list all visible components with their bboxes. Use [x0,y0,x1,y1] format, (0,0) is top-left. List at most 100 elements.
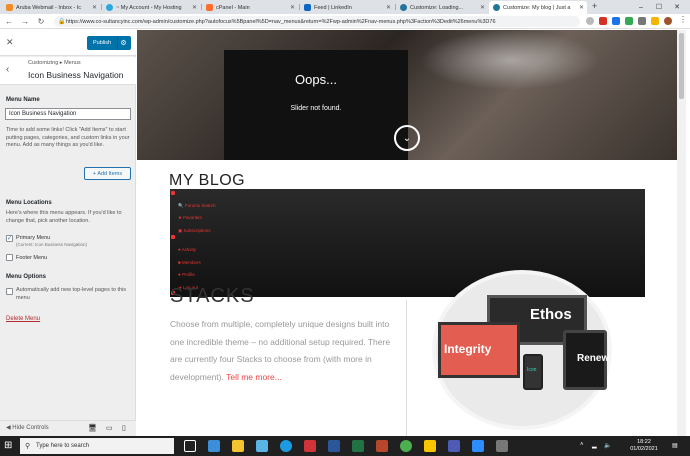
menu-item-members[interactable]: ■ Members [178,260,201,265]
footer-menu-label: Footer Menu [16,255,48,261]
panel-title: Icon Business Navigation [28,70,124,80]
stacks-description: Choose from multiple, completely unique … [170,319,391,382]
close-tab-icon[interactable]: ✕ [579,4,584,11]
extension-icon[interactable] [612,17,620,25]
site-title[interactable]: MY BLOG [169,172,245,190]
profile-avatar[interactable] [664,17,672,25]
menu-name-label: Menu Name [6,97,40,103]
scrollbar-thumb[interactable] [679,33,684,99]
slider-error-title: Oops... [295,72,337,87]
teams-icon[interactable] [448,440,460,452]
menu-options-label: Menu Options [6,274,46,280]
edge-icon[interactable] [280,440,292,452]
back-arrow-icon[interactable]: ← [4,14,14,29]
extension-icon[interactable] [651,17,659,25]
tablet-preview-icon[interactable]: ▭ [106,424,113,432]
auto-add-label: Automatically add new top-level pages to… [16,287,127,301]
desktop-preview-icon[interactable]: 🖥 [88,424,97,432]
menu-locations-help: Here's where this menu appears. If you'd… [6,210,122,224]
browser-menu-icon[interactable]: ⋮ [679,15,687,24]
stacks-heading: STACKS [170,285,255,307]
menu-item-subscriptions[interactable]: ▣ Subscriptions [178,228,211,234]
extension-icon[interactable] [599,17,607,25]
extension-icon[interactable] [638,17,646,25]
delete-menu-link[interactable]: Delete Menu [6,316,40,322]
mobile-preview-icon[interactable]: ▯ [122,424,126,432]
hide-controls-button[interactable]: ◀ Hide Controls [6,424,49,431]
close-tab-icon[interactable]: ✕ [480,4,485,11]
tab-customize-loading[interactable]: Customize: Loading... ✕ [396,1,488,14]
taskbar-clock[interactable]: 18:22 01/02/2021 [624,439,664,453]
auto-add-checkbox[interactable] [6,288,13,295]
excel-icon[interactable] [352,440,364,452]
hosting-favicon-icon [106,4,113,11]
lock-icon: 🔒 [58,19,66,25]
add-items-button[interactable]: + Add Items [84,167,131,180]
scroll-down-icon[interactable]: ⌄ [394,125,420,151]
forward-arrow-icon[interactable]: → [20,14,30,29]
network-icon[interactable]: ▂ [592,442,597,449]
divider [406,300,407,436]
menu-locations-label: Menu Locations [6,200,52,206]
app-icon[interactable] [496,440,508,452]
menu-name-input[interactable]: Icon Business Navigation [5,108,131,120]
tray-chevron-icon[interactable]: ˄ [580,442,584,448]
new-tab-button[interactable]: + [592,1,597,11]
tab-cpanel[interactable]: cPanel - Main ✕ [202,1,298,14]
mail-icon[interactable] [208,440,220,452]
word-icon[interactable] [328,440,340,452]
renew-label: Renew [577,353,610,364]
windows-start-icon[interactable]: ⊞ [4,440,12,451]
tab-aruba-webmail[interactable]: Aruba Webmail - Inbox - Ic ✕ [2,1,100,14]
tab-my-account[interactable]: ~ My Account - My Hosting ✕ [102,1,200,14]
tell-me-more-link[interactable]: Tell me more... [226,372,282,382]
slider-error-message: Slider not found. [290,105,342,112]
window-close-button[interactable]: ✕ [668,0,686,14]
zoom-icon[interactable] [472,440,484,452]
menu-item-forums-search[interactable]: 🔍 Forums Search [178,203,216,209]
tab-linkedin[interactable]: Feed | LinkedIn ✕ [300,1,394,14]
notifications-icon[interactable]: ▤ [672,442,678,449]
taskbar-search-input[interactable]: ⚲ Type here to search [20,438,174,454]
tab-customize-my-blog[interactable]: Customize: My blog | Just a ✕ [489,1,587,14]
search-icon: ⚲ [25,443,31,450]
cpanel-favicon-icon [206,4,213,11]
primary-menu-note: (Current: Icon Business Navigation) [16,242,88,247]
address-bar[interactable]: 🔒 https://www.co-sultancyinc.com/wp-admi… [54,16,580,27]
close-tab-icon[interactable]: ✕ [92,4,97,11]
menu-item-activity[interactable]: ● Activity [178,247,196,252]
aruba-favicon-icon [6,4,13,11]
store-icon[interactable] [256,440,268,452]
file-explorer-icon[interactable] [232,440,244,452]
office-icon[interactable] [304,440,316,452]
gear-icon[interactable]: ⚙ [117,36,129,50]
close-tab-icon[interactable]: ✕ [386,4,391,11]
wordpress-favicon-icon [493,4,500,11]
back-chevron-icon[interactable]: ‹ [6,64,9,75]
menu-dot-icon [171,191,175,195]
bookmark-star-icon[interactable] [586,17,594,25]
menu-item-favorites[interactable]: ★ Favorites [178,215,202,221]
wordpress-favicon-icon [400,4,407,11]
close-tab-icon[interactable]: ✕ [192,4,197,11]
integrity-label: Integrity [444,342,492,356]
sticky-notes-icon[interactable] [424,440,436,452]
close-customizer-icon[interactable]: ✕ [6,37,14,48]
primary-menu-checkbox[interactable]: ✓ [6,235,13,242]
linkedin-favicon-icon [304,4,311,11]
menu-item-profile[interactable]: ● Profile [178,272,195,277]
reload-icon[interactable]: ↻ [36,14,46,29]
minimize-button[interactable]: – [632,0,650,14]
breadcrumb: Customizing ▸ Menus [28,60,81,66]
publish-button[interactable]: Publish ⚙ [87,36,131,50]
task-view-icon[interactable] [184,440,196,452]
chrome-icon[interactable] [400,440,412,452]
footer-menu-checkbox[interactable] [6,254,13,261]
close-tab-icon[interactable]: ✕ [290,4,295,11]
extension-icon[interactable] [625,17,633,25]
collapse-arrow-icon: ◀ [6,425,11,431]
volume-icon[interactable]: 🔈 [604,442,611,449]
primary-menu-label: Primary Menu [16,235,51,241]
powerpoint-icon[interactable] [376,440,388,452]
maximize-button[interactable]: ☐ [650,0,668,14]
